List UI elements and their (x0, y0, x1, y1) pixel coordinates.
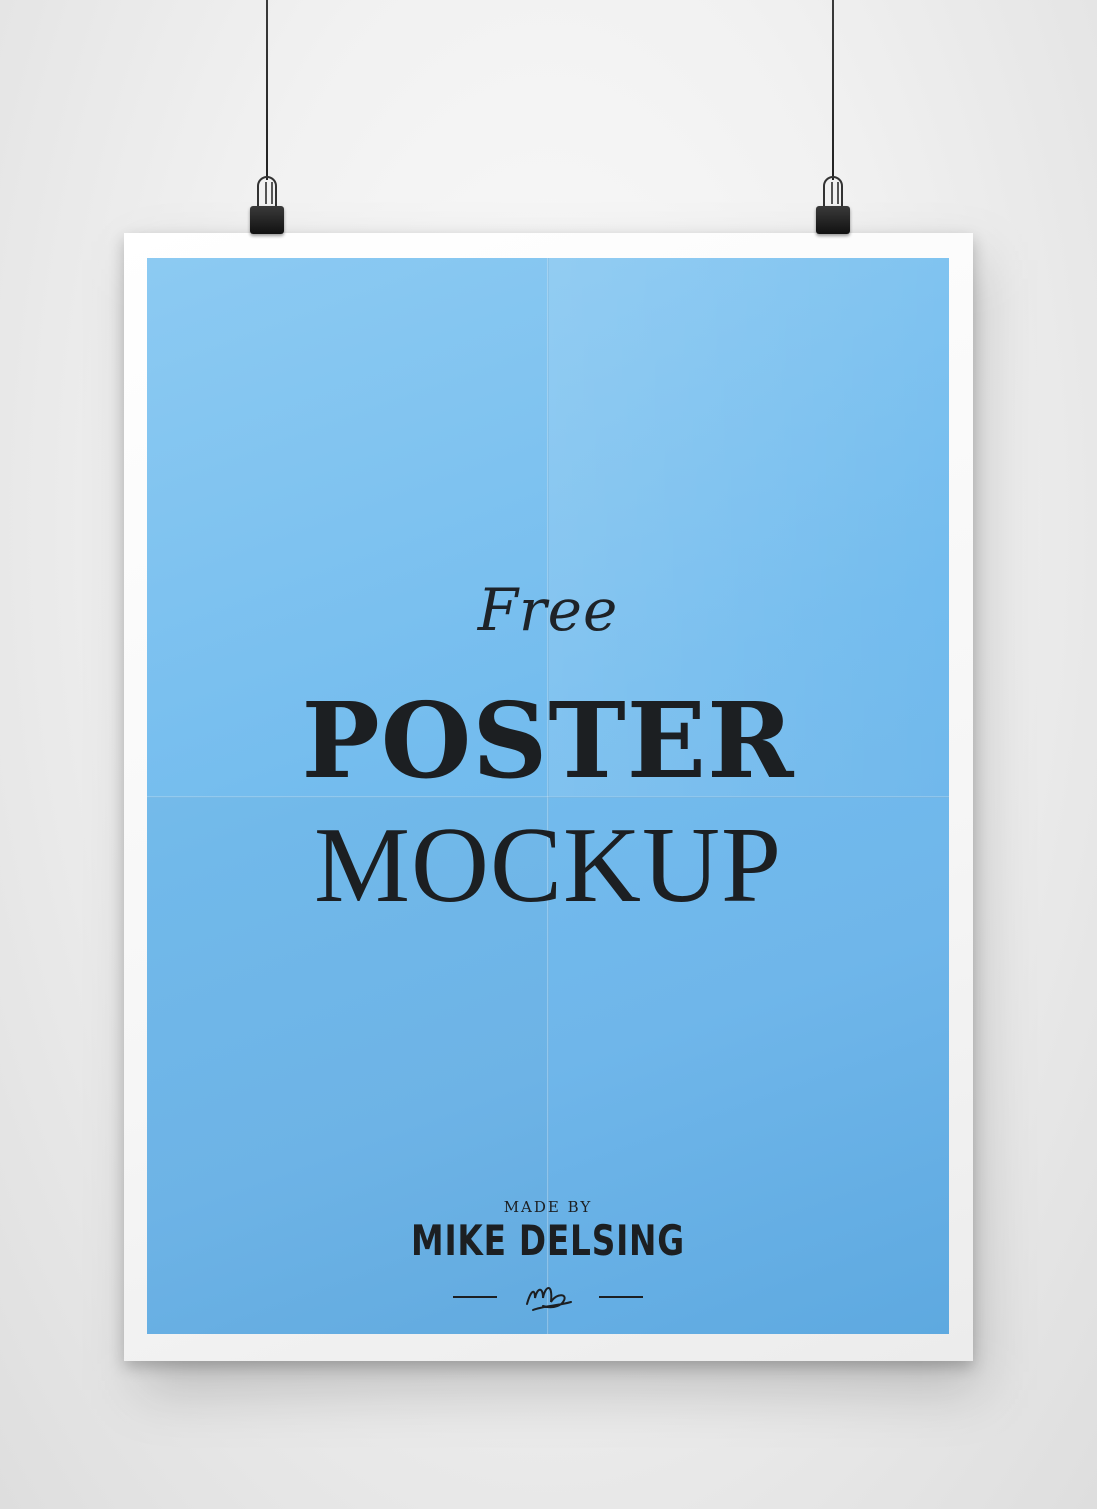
title-poster: POSTER (301, 679, 795, 802)
hanging-string-right (832, 0, 834, 180)
author-name: MIKE DELSING (411, 1216, 685, 1265)
binder-clip-right (816, 176, 850, 240)
clip-handle (823, 176, 843, 210)
title-free: Free (477, 576, 619, 644)
hanging-string-left (266, 0, 268, 180)
signature-line-left (453, 1296, 497, 1298)
signature-icon (526, 1287, 572, 1311)
signature-row (447, 1276, 649, 1318)
clip-body (816, 206, 850, 234)
poster-artwork: Free POSTER MOCKUP MADE BY MIKE DELSING (147, 258, 949, 1334)
clip-body (250, 206, 284, 234)
title-mockup: MOCKUP (313, 806, 783, 925)
made-by-label: MADE BY (503, 1198, 593, 1216)
poster-frame: Free POSTER MOCKUP MADE BY MIKE DELSING (124, 233, 973, 1361)
binder-clip-left (250, 176, 284, 240)
signature-line-right (599, 1296, 643, 1298)
clip-handle (257, 176, 277, 210)
